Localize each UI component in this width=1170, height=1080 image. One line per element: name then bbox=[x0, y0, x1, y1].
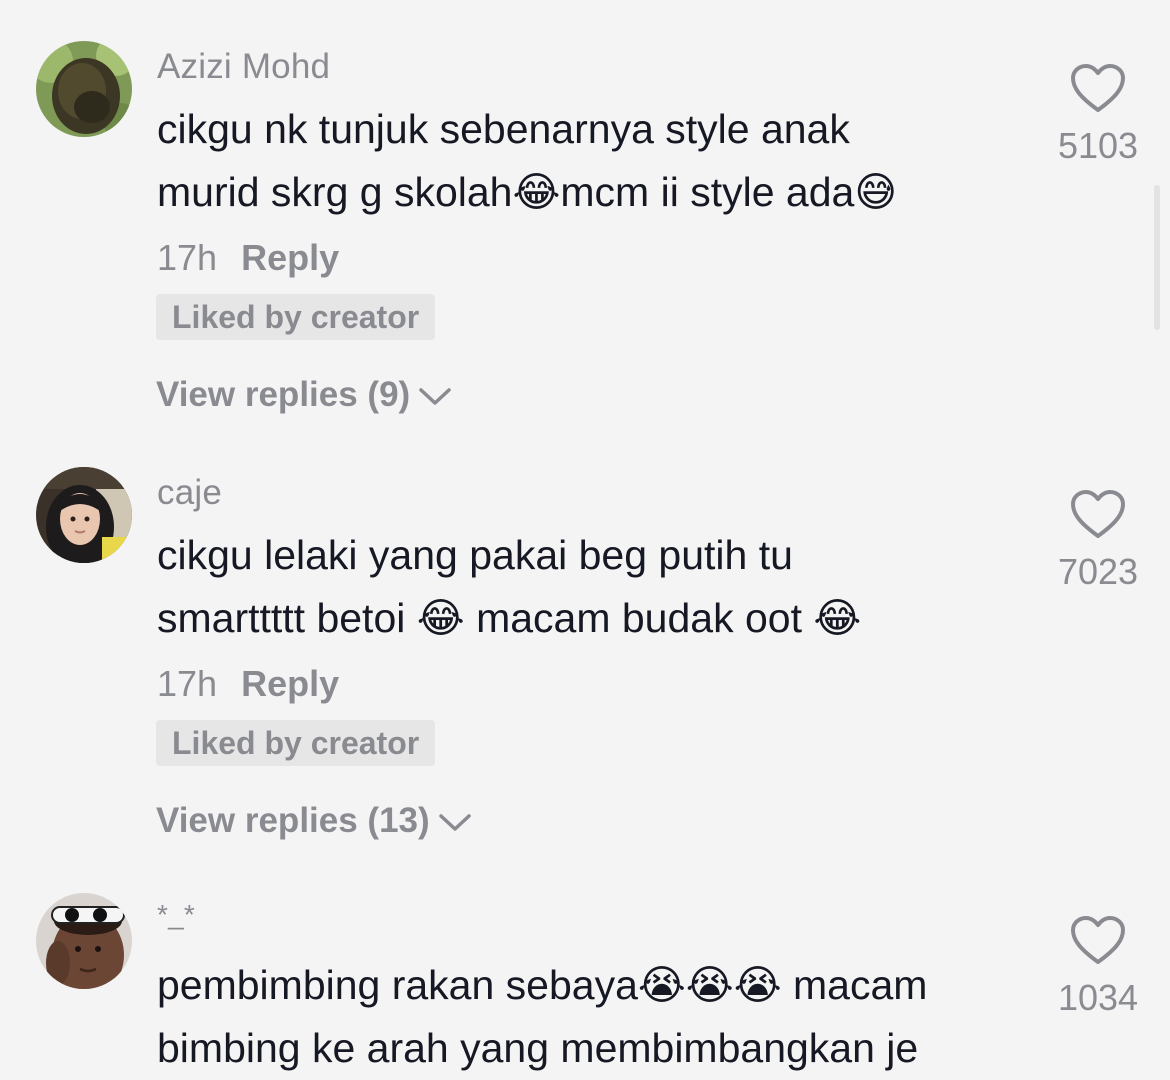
comment-text-line: bimbing ke arah yang membimbangkan je bbox=[157, 1025, 919, 1071]
comment-time: 17h bbox=[157, 237, 218, 278]
heart-outline-icon[interactable] bbox=[1050, 490, 1146, 545]
comment-text-segment: mcm ii style ada bbox=[560, 169, 855, 215]
avatar[interactable] bbox=[36, 41, 132, 137]
comment-text-segment: murid skrg g skolah bbox=[157, 169, 513, 215]
comments-screen: Azizi Mohd cikgu nk tunjuk sebenarnya st… bbox=[0, 0, 1170, 1080]
like-column: 5103 bbox=[1050, 64, 1146, 167]
comment-meta: 17h Reply bbox=[157, 237, 339, 279]
liked-by-creator-badge: Liked by creator bbox=[156, 720, 436, 766]
comment-username[interactable]: *_* bbox=[157, 899, 195, 931]
chevron-down-icon bbox=[438, 803, 472, 843]
comment-time: 17h bbox=[157, 663, 218, 704]
hijab-person-avatar-icon bbox=[36, 467, 132, 563]
chevron-down-icon bbox=[418, 377, 452, 417]
laughing-tears-emoji-icon: 😂 bbox=[512, 168, 561, 216]
comment-text-segment: pembimbing rakan sebaya bbox=[157, 962, 638, 1008]
laughing-tears-emoji-icon: 😂 bbox=[416, 594, 465, 642]
loudly-crying-emoji-icon: 😭😭😭 bbox=[637, 961, 782, 1009]
avatar[interactable] bbox=[36, 893, 132, 989]
like-count: 1034 bbox=[1057, 977, 1139, 1018]
like-count: 7023 bbox=[1057, 551, 1139, 592]
comment-meta: 17h Reply bbox=[157, 663, 339, 705]
comment-text: cikgu nk tunjuk sebenarnya style anak mu… bbox=[157, 98, 1037, 224]
beehive-avatar-icon bbox=[36, 41, 132, 137]
comment-username[interactable]: caje bbox=[157, 473, 222, 513]
heart-outline-icon[interactable] bbox=[1050, 916, 1146, 971]
reply-button[interactable]: Reply bbox=[241, 237, 339, 278]
view-replies-button[interactable]: View replies (13) bbox=[156, 801, 472, 843]
sweat-smile-emoji-icon: 😅 bbox=[854, 168, 898, 216]
like-count: 5103 bbox=[1057, 125, 1139, 166]
laughing-tears-emoji-icon: 😂 bbox=[813, 594, 862, 642]
avatar[interactable] bbox=[36, 467, 132, 563]
comment-text: cikgu lelaki yang pakai beg putih tu sma… bbox=[157, 524, 1037, 650]
like-column: 7023 bbox=[1050, 490, 1146, 593]
view-replies-label: View replies (13) bbox=[156, 801, 430, 840]
reply-button[interactable]: Reply bbox=[241, 663, 339, 704]
view-replies-label: View replies (9) bbox=[156, 375, 411, 414]
comment-text-line: cikgu nk tunjuk sebenarnya style anak bbox=[157, 106, 850, 152]
view-replies-button[interactable]: View replies (9) bbox=[156, 375, 452, 417]
like-column: 1034 bbox=[1050, 916, 1146, 1019]
comment-text-line: cikgu lelaki yang pakai beg putih tu bbox=[157, 532, 793, 578]
comment-username[interactable]: Azizi Mohd bbox=[157, 47, 330, 87]
liked-by-creator-badge: Liked by creator bbox=[156, 294, 436, 340]
comment-text-segment: smarttttt betoi bbox=[157, 595, 417, 641]
comment-text-segment: macam bbox=[781, 962, 928, 1008]
person-sunglasses-avatar-icon bbox=[36, 893, 132, 989]
heart-outline-icon[interactable] bbox=[1050, 64, 1146, 119]
scrollbar[interactable] bbox=[1154, 185, 1160, 330]
comment-text-segment: macam budak oot bbox=[464, 595, 814, 641]
comment-text: pembimbing rakan sebaya😭😭😭 macam bimbing… bbox=[157, 954, 1037, 1080]
